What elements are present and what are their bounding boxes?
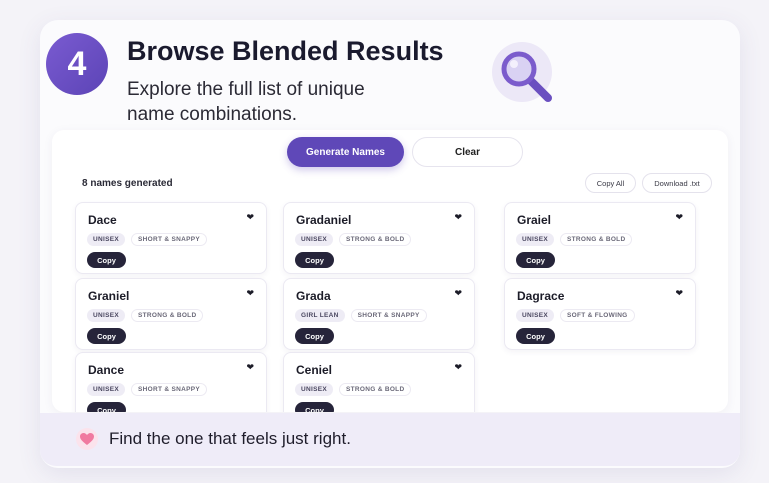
gender-tag: UNISEX [516,233,555,246]
results-count: 8 names generated [82,178,173,189]
copy-button[interactable]: Copy [295,328,334,344]
name-card: Dace ❤ UNISEX SHORT & SNAPPY Copy [75,202,267,274]
heart-icon[interactable]: ❤ [454,362,462,373]
gender-tag: UNISEX [87,233,126,246]
name-card: Dagrace ❤ UNISEX SOFT & FLOWING Copy [504,278,696,350]
name-text: Ceniel [296,363,333,377]
heart-icon[interactable]: ❤ [246,212,254,223]
copy-button[interactable]: Copy [516,252,555,268]
gender-tag: UNISEX [87,309,126,322]
footer-message: Find the one that feels just right. [109,429,351,448]
name-text: Grada [296,289,331,303]
name-card: Graiel ❤ UNISEX STRONG & BOLD Copy [504,202,696,274]
heart-icon[interactable]: ❤ [454,212,462,223]
heart-icon[interactable]: ❤ [675,288,683,299]
copy-button[interactable]: Copy [87,328,126,344]
name-text: Dagrace [517,289,565,303]
heart-icon[interactable]: ❤ [246,362,254,373]
style-tag: STRONG & BOLD [339,233,412,246]
copy-button[interactable]: Copy [516,328,555,344]
style-tag: SHORT & SNAPPY [131,383,208,396]
style-tag: STRONG & BOLD [560,233,633,246]
step-number-badge: 4 [46,33,108,95]
copy-button[interactable]: Copy [87,252,126,268]
style-tag: SHORT & SNAPPY [350,309,427,322]
page-subtitle: Explore the full list of unique name com… [127,79,365,125]
generate-names-button[interactable]: Generate Names [287,137,404,167]
name-text: Graiel [517,213,552,227]
name-card: Dance ❤ UNISEX SHORT & SNAPPY Copy [75,352,267,412]
download-txt-button[interactable]: Download .txt [642,173,712,193]
copy-button[interactable]: Copy [295,252,334,268]
name-card: Ceniel ❤ UNISEX STRONG & BOLD Copy [283,352,475,412]
heart-icon[interactable]: ❤ [246,288,254,299]
name-card: Gradaniel ❤ UNISEX STRONG & BOLD Copy [283,202,475,274]
pink-heart-icon [76,428,98,450]
name-card: Grada ❤ GIRL LEAN SHORT & SNAPPY Copy [283,278,475,350]
page-title: Browse Blended Results [127,36,444,66]
gender-tag: UNISEX [87,383,126,396]
copy-button[interactable]: Copy [295,402,334,412]
gender-tag: GIRL LEAN [295,309,345,322]
style-tag: SOFT & FLOWING [560,309,635,322]
clear-button[interactable]: Clear [412,137,523,167]
gender-tag: UNISEX [516,309,555,322]
magnifier-icon [492,42,558,108]
results-panel: Generate Names Clear 8 names generated C… [52,130,728,412]
name-text: Dace [88,213,117,227]
name-text: Gradaniel [296,213,352,227]
copy-all-button[interactable]: Copy All [585,173,636,193]
copy-button[interactable]: Copy [87,402,126,412]
style-tag: STRONG & BOLD [131,309,204,322]
heart-icon[interactable]: ❤ [454,288,462,299]
heart-icon[interactable]: ❤ [675,212,683,223]
gender-tag: UNISEX [295,233,334,246]
name-text: Dance [88,363,125,377]
gender-tag: UNISEX [295,383,334,396]
style-tag: STRONG & BOLD [339,383,412,396]
name-card: Graniel ❤ UNISEX STRONG & BOLD Copy [75,278,267,350]
name-text: Graniel [88,289,130,303]
style-tag: SHORT & SNAPPY [131,233,208,246]
step-number: 4 [67,44,87,83]
